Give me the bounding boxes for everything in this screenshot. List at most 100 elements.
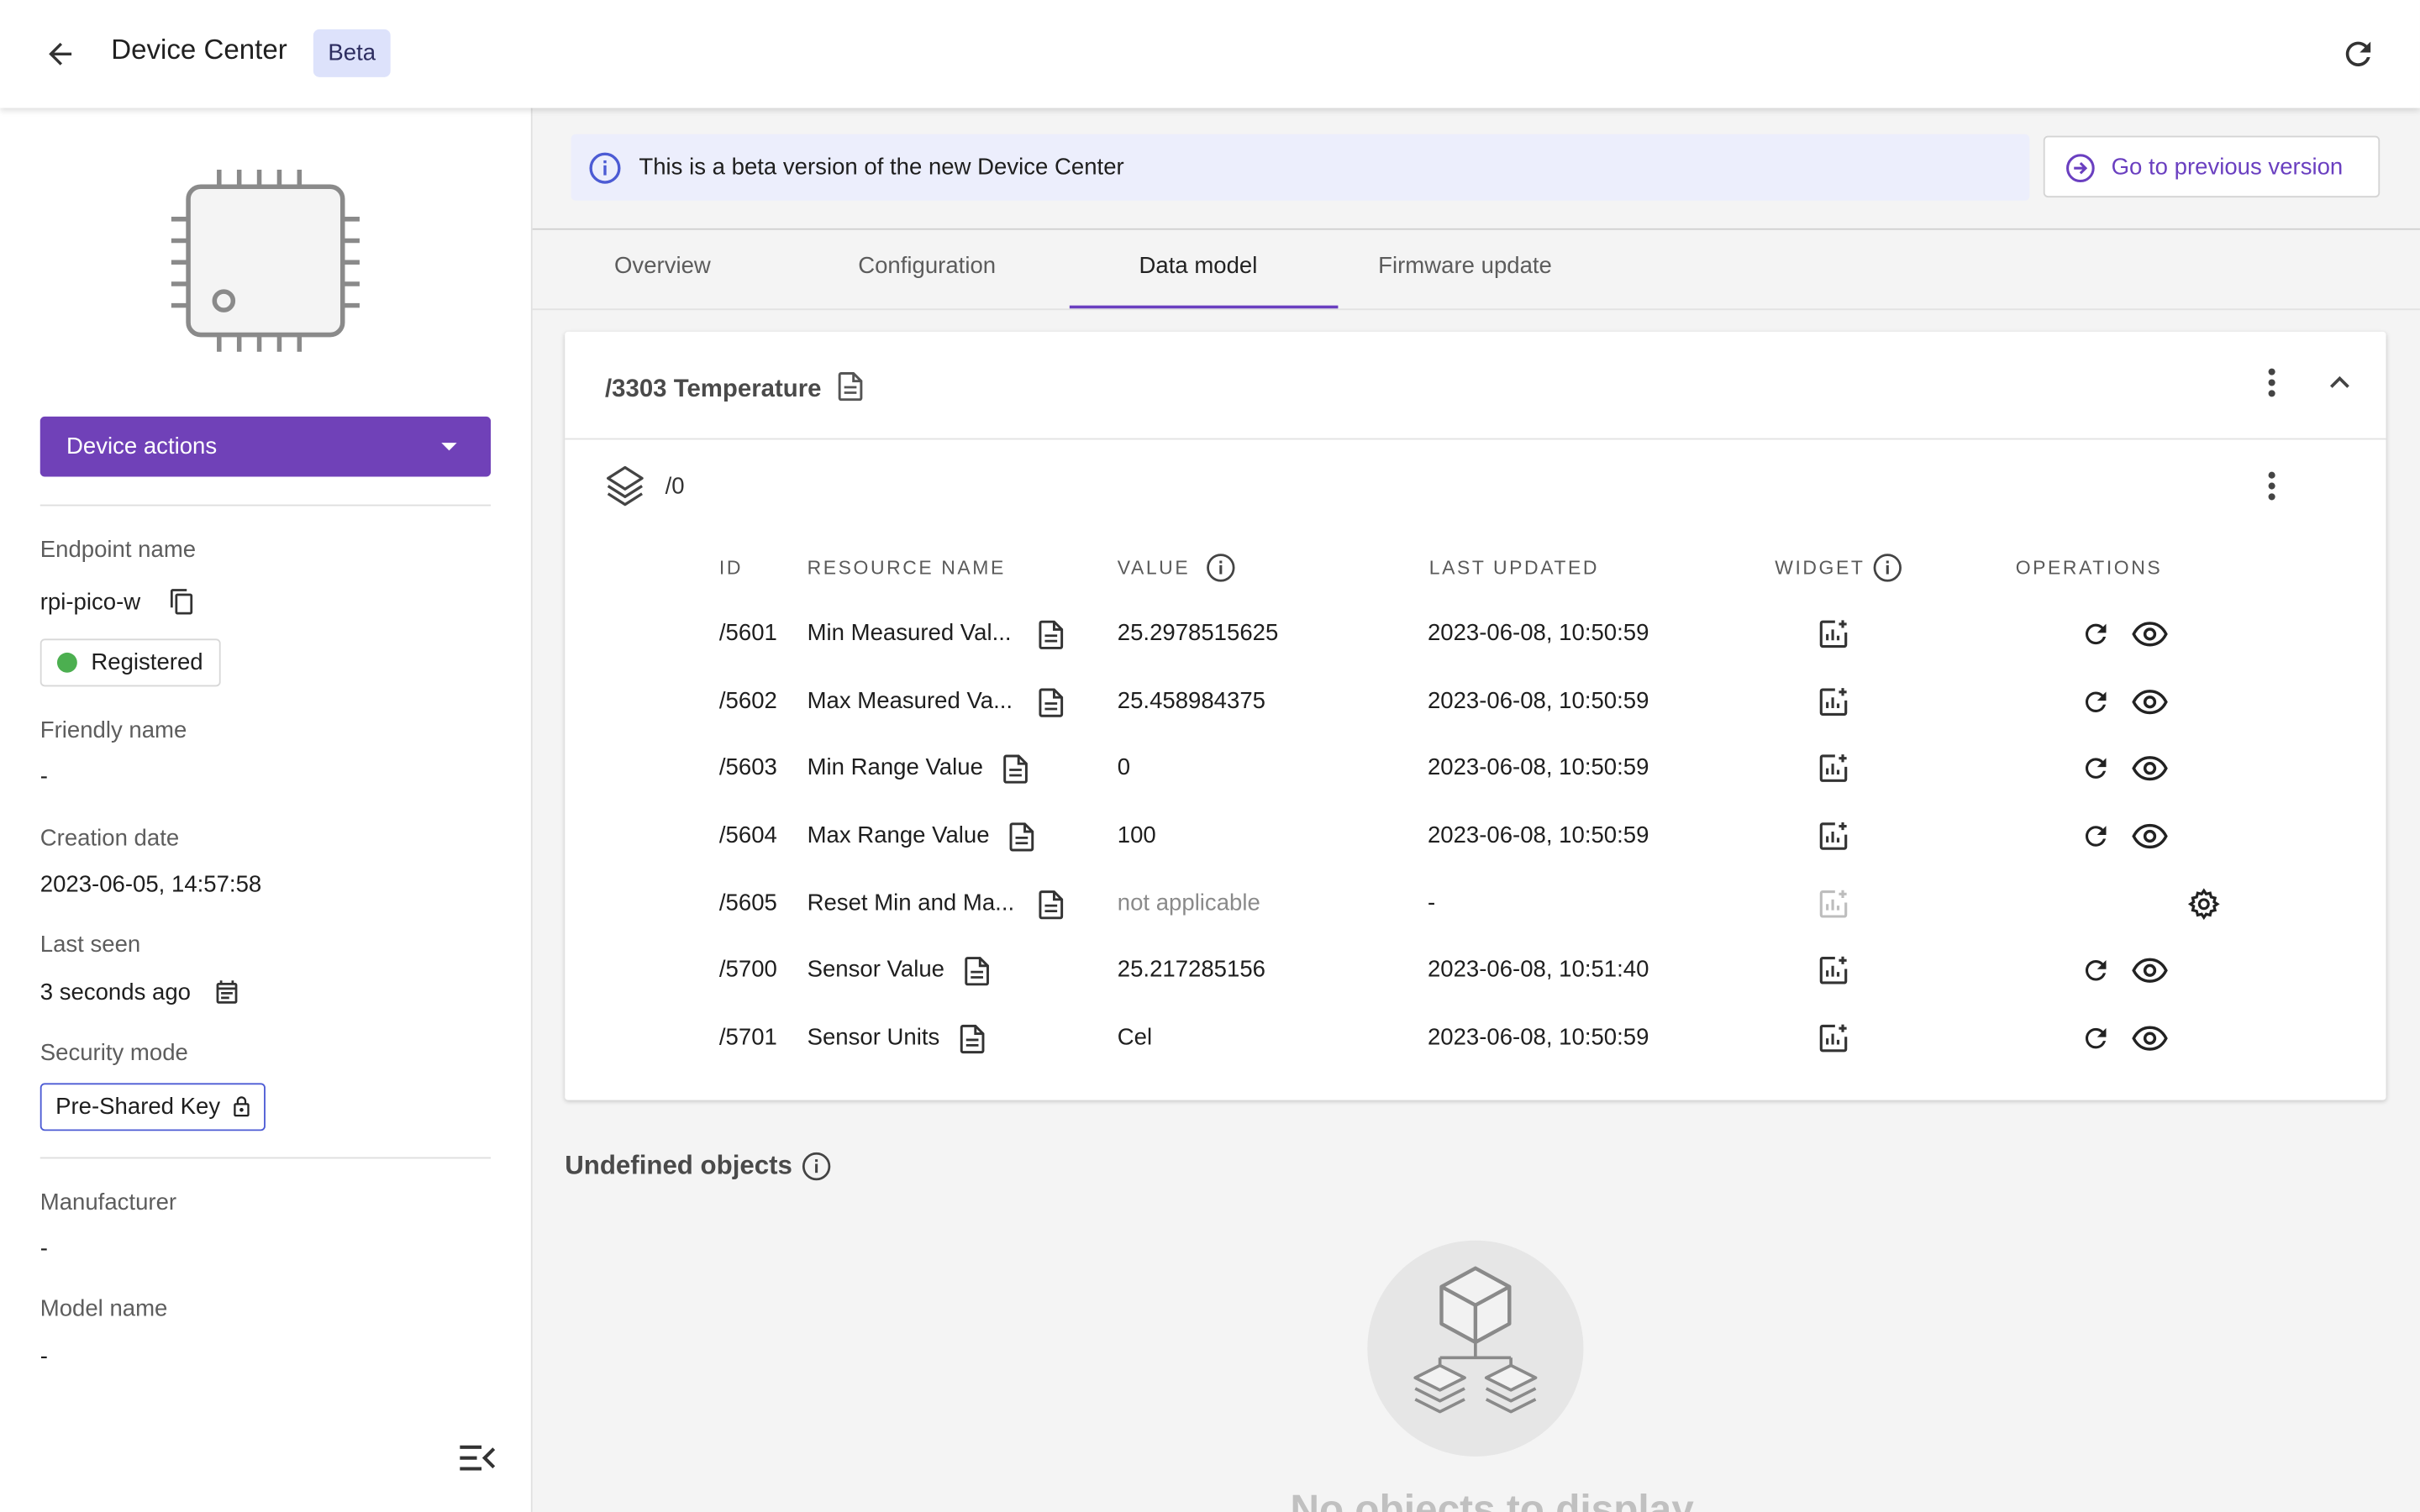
- status-badge: Registered: [39, 638, 221, 687]
- observe-eye-icon[interactable]: [2131, 753, 2168, 791]
- more-vert-icon[interactable]: [2256, 468, 2287, 505]
- resource-last-updated: 2023-06-08, 10:50:59: [1427, 1024, 1649, 1051]
- info-icon: [588, 151, 622, 192]
- creation-date-value: 2023-06-05, 14:57:58: [39, 871, 262, 898]
- document-icon[interactable]: [965, 957, 989, 986]
- empty-state-text: No objects to display: [1290, 1485, 1694, 1512]
- divider: [565, 438, 2386, 440]
- resource-name: Min Range Value: [807, 754, 983, 781]
- object-card: /3303 Temperature /0 ID RESOURCE NAME VA…: [565, 331, 2386, 1100]
- resource-id: /5601: [718, 620, 777, 647]
- tab-data-model[interactable]: Data model: [1139, 253, 1257, 279]
- read-refresh-icon[interactable]: [2081, 955, 2112, 994]
- add-chart-icon[interactable]: [1818, 619, 1849, 658]
- divider: [532, 228, 2420, 230]
- execute-gear-icon[interactable]: [2187, 887, 2221, 929]
- arrow-circle-right-icon: [2065, 153, 2096, 190]
- divider: [39, 504, 492, 507]
- back-arrow-icon[interactable]: [37, 31, 83, 77]
- document-icon[interactable]: [1009, 822, 1034, 852]
- add-chart-icon[interactable]: [1818, 955, 1849, 994]
- document-icon[interactable]: [1003, 754, 1028, 784]
- read-refresh-icon[interactable]: [2081, 821, 2112, 859]
- microchip-icon: [160, 164, 371, 365]
- document-icon[interactable]: [1039, 890, 1064, 920]
- add-chart-icon[interactable]: [1818, 686, 1849, 725]
- column-header-last-updated: LAST UPDATED: [1428, 557, 1600, 579]
- column-header-operations: OPERATIONS: [2015, 557, 2163, 579]
- tab-configuration[interactable]: Configuration: [858, 253, 996, 279]
- resource-id: /5603: [718, 754, 777, 781]
- column-header-value: VALUE: [1117, 557, 1191, 579]
- device-actions-label: Device actions: [66, 433, 218, 460]
- security-mode-badge: Pre-Shared Key: [39, 1083, 266, 1131]
- divider: [39, 1157, 492, 1159]
- device-center-page: Device Center Beta Device actions Endpoi…: [0, 0, 2420, 1512]
- undefined-objects-title: Undefined objects: [565, 1151, 792, 1181]
- lock-icon: [229, 1094, 253, 1120]
- observe-eye-icon[interactable]: [2131, 821, 2168, 859]
- manufacturer-value: -: [39, 1236, 48, 1263]
- menu-collapse-icon[interactable]: [457, 1441, 497, 1474]
- security-mode-label: Security mode: [39, 1039, 188, 1067]
- observe-eye-icon[interactable]: [2131, 955, 2168, 994]
- info-icon[interactable]: [1205, 553, 1236, 591]
- resource-name: Reset Min and Ma...: [807, 890, 1015, 916]
- observe-eye-icon[interactable]: [2131, 686, 2168, 725]
- device-sidebar: Device actions Endpoint name rpi-pico-w …: [0, 108, 533, 1512]
- document-icon[interactable]: [838, 372, 862, 409]
- resource-value: 25.217285156: [1117, 956, 1265, 983]
- read-refresh-icon[interactable]: [2081, 753, 2112, 791]
- go-to-previous-version-button[interactable]: Go to previous version: [2043, 135, 2381, 198]
- resource-value: 100: [1117, 822, 1156, 849]
- object-title-text: /3303 Temperature: [604, 376, 822, 403]
- read-refresh-icon[interactable]: [2081, 1023, 2112, 1062]
- document-icon[interactable]: [960, 1024, 985, 1054]
- endpoint-name-label: Endpoint name: [39, 537, 197, 564]
- resource-value: 25.2978515625: [1117, 620, 1279, 647]
- resource-name: Min Measured Val...: [807, 620, 1012, 647]
- copy-icon[interactable]: [168, 588, 196, 623]
- observe-eye-icon[interactable]: [2131, 619, 2168, 658]
- last-seen-label: Last seen: [39, 932, 141, 958]
- more-vert-icon[interactable]: [2256, 364, 2287, 401]
- resource-value: Cel: [1117, 1024, 1153, 1051]
- add-chart-icon: [1818, 889, 1849, 927]
- model-name-label: Model name: [39, 1295, 168, 1323]
- add-chart-icon[interactable]: [1818, 821, 1849, 859]
- top-app-bar: Device Center Beta: [0, 0, 2420, 108]
- calendar-icon[interactable]: [213, 978, 240, 1013]
- refresh-icon[interactable]: [2335, 31, 2381, 77]
- read-refresh-icon[interactable]: [2081, 686, 2112, 725]
- status-text: Registered: [91, 649, 203, 676]
- resource-last-updated: 2023-06-08, 10:50:59: [1427, 688, 1649, 715]
- object-title[interactable]: /3303 Temperature: [605, 372, 862, 409]
- document-icon[interactable]: [1039, 688, 1064, 717]
- resource-value: 25.458984375: [1117, 688, 1265, 715]
- resource-name: Sensor Value: [807, 956, 944, 983]
- resource-last-updated: 2023-06-08, 10:51:40: [1427, 956, 1649, 983]
- resource-id: /5700: [718, 956, 777, 983]
- status-dot: [56, 652, 77, 673]
- info-icon[interactable]: [801, 1151, 832, 1189]
- document-icon[interactable]: [1039, 620, 1064, 649]
- prev-version-label: Go to previous version: [2111, 153, 2344, 180]
- divider: [532, 308, 2420, 311]
- instance-label: /0: [665, 473, 685, 501]
- chevron-up-icon[interactable]: [2323, 365, 2356, 399]
- info-icon[interactable]: [1872, 553, 1903, 591]
- friendly-name-label: Friendly name: [39, 717, 187, 744]
- tab-firmware-update[interactable]: Firmware update: [1378, 253, 1552, 279]
- resource-name: Sensor Units: [807, 1024, 940, 1051]
- tab-overview[interactable]: Overview: [614, 253, 711, 279]
- observe-eye-icon[interactable]: [2131, 1023, 2168, 1062]
- resource-value: not applicable: [1117, 890, 1260, 916]
- resource-last-updated: -: [1427, 890, 1436, 916]
- read-refresh-icon[interactable]: [2081, 619, 2112, 658]
- device-actions-button[interactable]: Device actions: [39, 416, 492, 477]
- add-chart-icon[interactable]: [1818, 1023, 1849, 1062]
- app-title: Device Center: [111, 34, 287, 66]
- resource-id: /5701: [718, 1024, 777, 1051]
- resource-id: /5604: [718, 822, 777, 849]
- add-chart-icon[interactable]: [1818, 753, 1849, 791]
